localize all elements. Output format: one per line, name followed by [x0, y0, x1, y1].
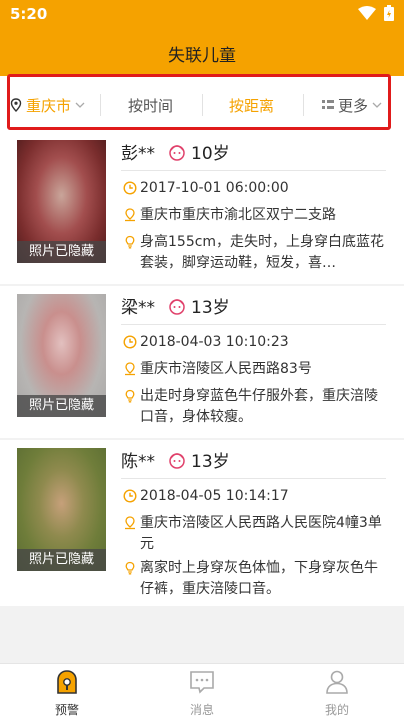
location-pin-icon [125, 516, 135, 530]
divider [121, 478, 386, 479]
status-time: 5:20 [10, 5, 48, 23]
address-row: 重庆市涪陵区人民西路人民医院4幢3单元 [121, 513, 389, 555]
tab-mine-label: 我的 [324, 703, 349, 717]
name-row: 彭** 10岁 [121, 139, 230, 164]
description-row: 离家时上身穿灰色体恤，下身穿灰色牛仔裤，重庆涪陵口音。 [121, 558, 389, 600]
chevron-down-icon [75, 102, 85, 108]
list-item[interactable]: 照片已隐藏 陈** 13岁 2018-04-05 10:14:17 重庆市涪陵区… [0, 440, 404, 606]
description: 离家时上身穿灰色体恤，下身穿灰色牛仔裤，重庆涪陵口音。 [140, 560, 378, 597]
location-pin-icon [10, 98, 22, 112]
list-item[interactable]: 照片已隐藏 彭** 10岁 2017-10-01 06:00:00 重庆市重庆市… [0, 132, 404, 284]
last-seen-address: 重庆市涪陵区人民西路人民医院4幢3单元 [140, 515, 382, 552]
child-age: 13岁 [191, 452, 230, 472]
battery-icon [384, 5, 394, 21]
filter-divider [100, 94, 101, 116]
tab-alert-label: 预警 [54, 703, 79, 717]
location-filter[interactable]: 重庆市 [10, 94, 85, 116]
missing-time-row: 2018-04-03 10:10:23 [121, 332, 389, 353]
divider [121, 170, 386, 171]
page-title: 失联儿童 [168, 46, 236, 66]
child-face-icon [169, 452, 185, 469]
description: 身高155cm，走失时，上身穿白底蓝花套装，脚穿运动鞋，短发，喜… [140, 234, 385, 271]
photo-hidden-caption: 照片已隐藏 [17, 241, 106, 263]
user-icon [326, 670, 348, 694]
location-pin-icon [125, 208, 135, 222]
sort-by-distance-label: 按距离 [229, 96, 275, 115]
divider [121, 324, 386, 325]
address-row: 重庆市重庆市渝北区双宁二支路 [121, 205, 389, 226]
tab-messages[interactable]: 消息 [162, 669, 242, 718]
address-row: 重庆市涪陵区人民西路83号 [121, 359, 389, 380]
missing-datetime: 2018-04-05 10:14:17 [140, 488, 289, 504]
filter-divider [202, 94, 203, 116]
filter-bar: 重庆市 按时间 按距离 更多 [0, 76, 404, 132]
description: 出走时身穿蓝色牛仔服外套，重庆涪陵口音，身体较瘦。 [140, 388, 378, 425]
child-name: 陈** [121, 452, 155, 472]
tab-messages-label: 消息 [189, 703, 214, 717]
tab-alert[interactable]: 预警 [27, 669, 107, 718]
list-item[interactable]: 照片已隐藏 梁** 13岁 2018-04-03 10:10:23 重庆市涪陵区… [0, 286, 404, 438]
last-seen-address: 重庆市涪陵区人民西路83号 [140, 361, 312, 377]
missing-datetime: 2017-10-01 06:00:00 [140, 180, 289, 196]
description-row: 身高155cm，走失时，上身穿白底蓝花套装，脚穿运动鞋，短发，喜… [121, 232, 389, 274]
bottom-tab-bar: 预警 消息 我的 [0, 663, 404, 718]
photo-hidden-caption: 照片已隐藏 [17, 549, 106, 571]
child-photo: 照片已隐藏 [17, 294, 106, 417]
photo-hidden-caption: 照片已隐藏 [17, 395, 106, 417]
lightbulb-icon [125, 235, 135, 249]
missing-time-row: 2017-10-01 06:00:00 [121, 178, 389, 199]
last-seen-address: 重庆市重庆市渝北区双宁二支路 [140, 207, 336, 223]
child-name: 梁** [121, 298, 155, 318]
missing-datetime: 2018-04-03 10:10:23 [140, 334, 289, 350]
status-bar: 5:20 [0, 0, 404, 28]
child-photo: 照片已隐藏 [17, 140, 106, 263]
wifi-icon [358, 6, 376, 20]
list-icon [322, 100, 334, 109]
lightbulb-icon [125, 561, 135, 575]
child-name: 彭** [121, 144, 155, 164]
name-row: 梁** 13岁 [121, 293, 230, 318]
filter-divider [303, 94, 304, 116]
chat-icon [190, 671, 214, 694]
more-filter-label: 更多 [338, 96, 369, 115]
description-row: 出走时身穿蓝色牛仔服外套，重庆涪陵口音，身体较瘦。 [121, 386, 389, 428]
sort-by-distance[interactable]: 按距离 [229, 94, 274, 116]
clock-icon [123, 489, 137, 503]
clock-icon [123, 181, 137, 195]
status-icons [358, 5, 394, 21]
sort-by-time[interactable]: 按时间 [128, 94, 173, 116]
name-row: 陈** 13岁 [121, 447, 230, 472]
more-filter[interactable]: 更多 [322, 94, 382, 116]
alert-bell-icon [57, 670, 77, 694]
app-bar: 失联儿童 [0, 28, 404, 76]
clock-icon [123, 335, 137, 349]
missing-time-row: 2018-04-05 10:14:17 [121, 486, 389, 507]
sort-by-time-label: 按时间 [128, 96, 174, 115]
child-face-icon [169, 298, 185, 315]
child-face-icon [169, 144, 185, 161]
chevron-down-icon [372, 102, 382, 108]
tab-mine[interactable]: 我的 [297, 669, 377, 718]
child-photo: 照片已隐藏 [17, 448, 106, 571]
location-pin-icon [125, 362, 135, 376]
location-label: 重庆市 [26, 96, 72, 115]
child-age: 10岁 [191, 144, 230, 164]
child-age: 13岁 [191, 298, 230, 318]
lightbulb-icon [125, 389, 135, 403]
